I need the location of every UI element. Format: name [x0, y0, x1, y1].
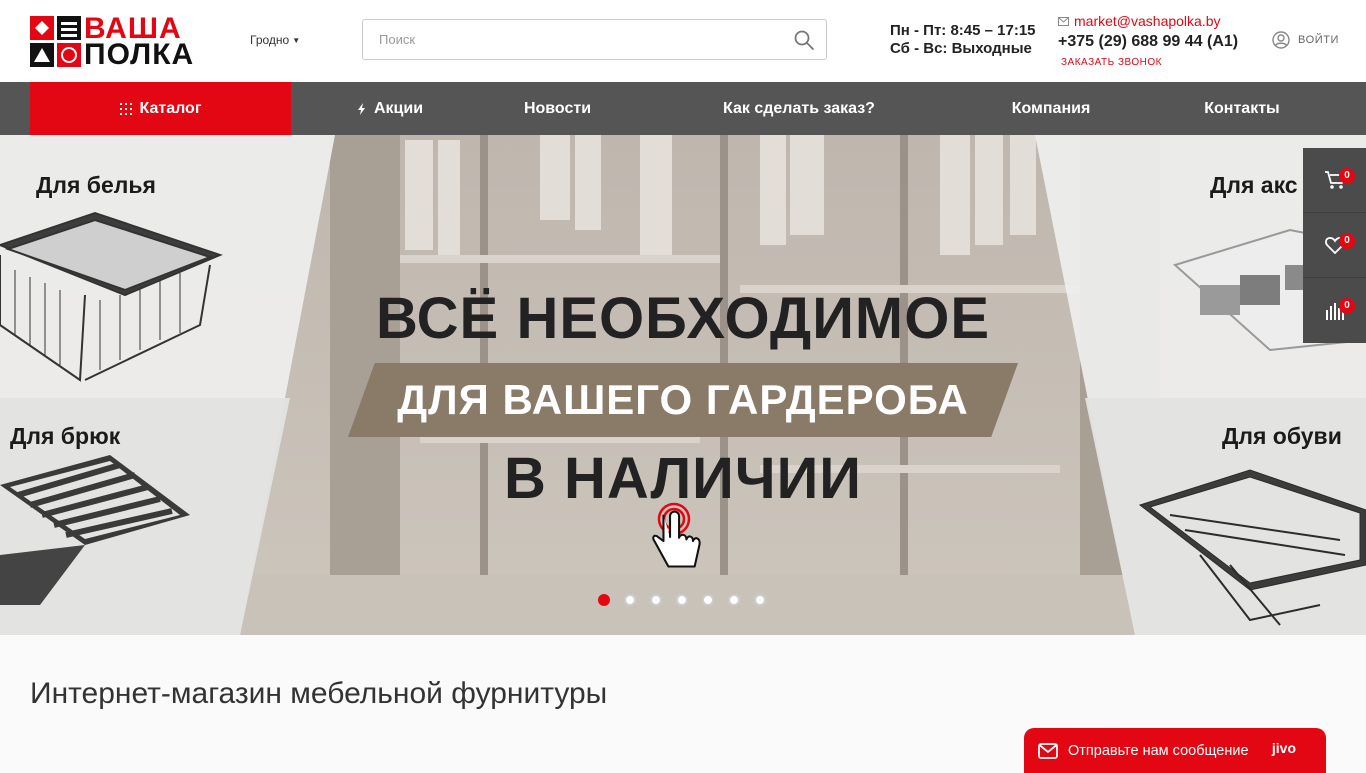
chat-widget-button[interactable]: Отправьте нам сообщение jivo [1024, 728, 1326, 773]
compare-count-badge: 0 [1339, 298, 1355, 314]
compare-button[interactable]: 0 [1303, 278, 1366, 343]
email-link[interactable]: market@vashapolka.by [1058, 13, 1238, 29]
nav-catalog[interactable]: Каталог [30, 82, 291, 135]
search-icon[interactable] [794, 30, 814, 50]
grid-icon [119, 102, 132, 115]
hero-headline-3: В НАЛИЧИИ [504, 446, 862, 511]
slider-dot[interactable] [598, 594, 610, 606]
cart-count-badge: 0 [1339, 168, 1355, 184]
slide-label-underwear: Для белья [36, 172, 156, 198]
nav-promotions-label: Акции [373, 99, 424, 117]
phone-number[interactable]: +375 (29) 688 99 44 (A1) [1058, 33, 1238, 51]
cart-button[interactable]: 0 [1303, 148, 1366, 213]
search-bar [362, 19, 827, 60]
working-hours: Пн - Пт: 8:45 – 17:15 Сб - Вс: Выходные [890, 22, 1036, 58]
page-title: Интернет-магазин мебельной фурнитуры [30, 677, 608, 710]
hours-weekday: Пн - Пт: 8:45 – 17:15 [890, 22, 1036, 39]
slider-dot[interactable] [728, 594, 740, 606]
nav-company[interactable]: Компания [990, 82, 1112, 135]
mail-icon [1058, 16, 1069, 26]
logo-text-bottom: ПОЛКА [84, 38, 195, 71]
logo-icon [30, 16, 81, 67]
login-label: ВОЙТИ [1298, 34, 1340, 46]
chat-label: Отправьте нам сообщение [1068, 742, 1249, 759]
hero-slider[interactable]: Для белья Для акс Для брюк Для обуви ВСЁ… [0, 135, 1366, 635]
slider-dot[interactable] [754, 594, 766, 606]
user-icon [1272, 31, 1290, 49]
main-nav: Каталог Акции Новости Как сделать заказ?… [0, 82, 1366, 135]
nav-catalog-label: Каталог [139, 99, 202, 117]
site-header: ВАША ПОЛКА Гродно▼ Пн - Пт: 8:45 – 17:15… [0, 0, 1366, 82]
search-input[interactable] [363, 20, 783, 59]
login-button[interactable]: ВОЙТИ [1272, 31, 1339, 49]
city-label: Гродно [250, 33, 290, 47]
slider-dot[interactable] [676, 594, 688, 606]
slider-dot[interactable] [624, 594, 636, 606]
wishlist-button[interactable]: 0 [1303, 213, 1366, 278]
nav-contacts[interactable]: Контакты [1190, 82, 1294, 135]
hero-headline-2: ДЛЯ ВАШЕГО ГАРДЕРОБА [397, 376, 969, 423]
nav-news[interactable]: Новости [505, 82, 610, 135]
slider-dot[interactable] [650, 594, 662, 606]
contacts-block: market@vashapolka.by +375 (29) 688 99 44… [1058, 13, 1238, 68]
slider-dot[interactable] [702, 594, 714, 606]
callback-link[interactable]: ЗАКАЗАТЬ ЗВОНОК [1061, 57, 1238, 68]
wishlist-count-badge: 0 [1339, 233, 1355, 249]
logo[interactable]: ВАША ПОЛКА [30, 14, 220, 71]
nav-promotions[interactable]: Акции [340, 82, 440, 135]
chat-brand: jivo [1271, 740, 1296, 756]
lightning-icon [357, 102, 365, 115]
hours-weekend: Сб - Вс: Выходные [890, 40, 1032, 57]
slide-label-accessories: Для акс [1210, 172, 1298, 198]
email-text: market@vashapolka.by [1074, 13, 1221, 29]
slider-pagination [598, 594, 766, 606]
city-selector[interactable]: Гродно ▼ [250, 33, 300, 47]
message-icon [1038, 742, 1058, 759]
chevron-down-icon: ▼ [292, 36, 301, 46]
hero-headline-1: ВСЁ НЕОБХОДИМОЕ [375, 286, 991, 351]
nav-how-to-order[interactable]: Как сделать заказ? [710, 82, 888, 135]
side-toolbar: 0 0 0 [1303, 148, 1366, 343]
